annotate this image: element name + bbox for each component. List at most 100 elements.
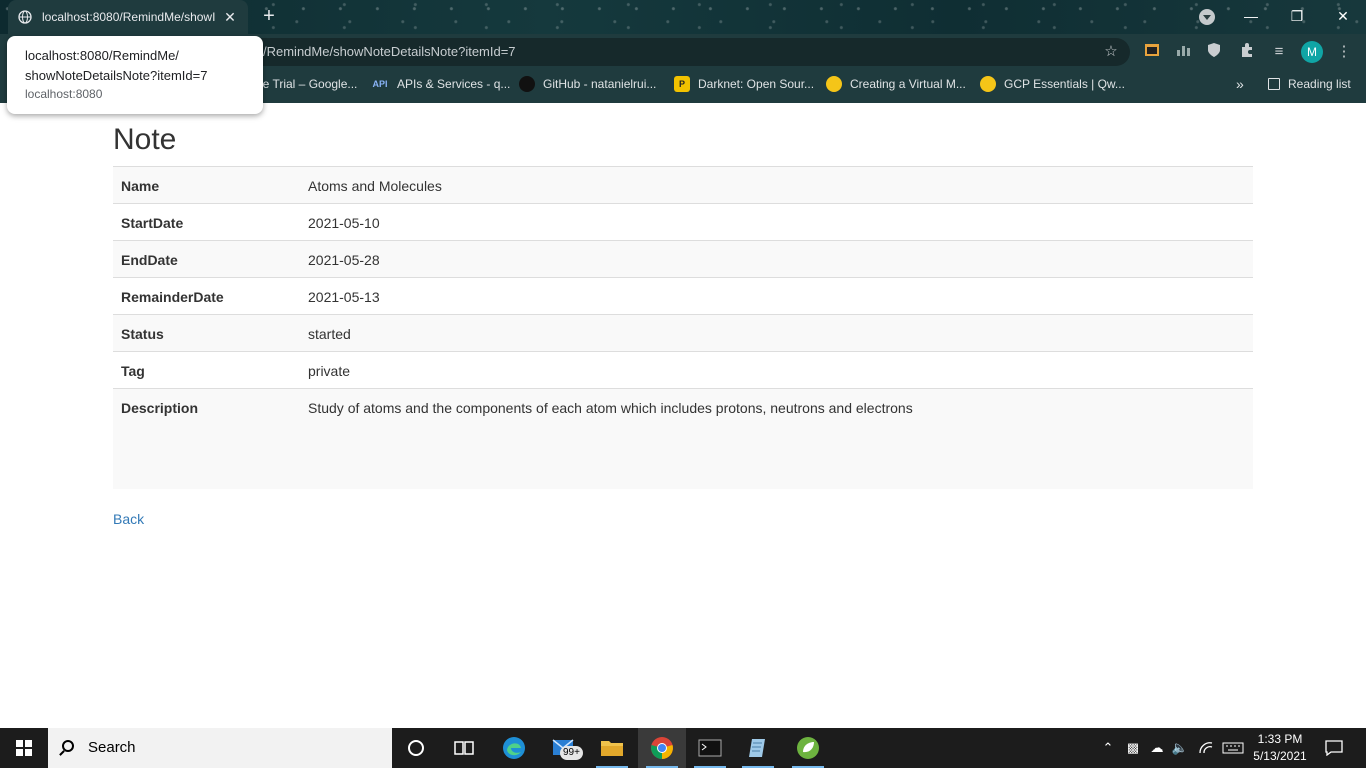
bookmark-star-icon[interactable]: ☆ <box>1101 42 1121 62</box>
taskbar-app-chrome[interactable] <box>638 728 686 768</box>
api-icon: API <box>372 79 388 89</box>
page-content: Note Name Atoms and Molecules StartDate … <box>113 103 1253 529</box>
row-label: StartDate <box>113 203 300 241</box>
table-row: Name Atoms and Molecules <box>113 166 1253 204</box>
clock-date: 5/13/2021 <box>1253 749 1307 763</box>
row-value: 2021-05-10 <box>300 203 1253 241</box>
bookmarks-overflow-icon[interactable]: » <box>1236 70 1244 98</box>
taskbar-app-notepad[interactable] <box>734 728 782 768</box>
bookmark-label: GCP Essentials | Qw... <box>1004 77 1125 91</box>
notifications-icon[interactable] <box>1320 728 1348 768</box>
qwiklabs-icon <box>980 76 996 92</box>
address-bar[interactable]: /RemindMe/showNoteDetailsNote?itemId=7 <box>150 38 1130 66</box>
row-value: started <box>300 314 1253 352</box>
bookmark-item[interactable]: API APIs & Services - q... <box>371 70 510 98</box>
table-row: EndDate 2021-05-28 <box>113 240 1253 278</box>
row-value: 2021-05-13 <box>300 277 1253 315</box>
task-view-button[interactable] <box>440 728 488 768</box>
browser-tab[interactable]: localhost:8080/RemindMe/showI ✕ <box>8 0 248 34</box>
taskbar-search-input[interactable]: Search <box>48 728 392 768</box>
taskbar-app-file-explorer[interactable] <box>588 728 636 768</box>
back-link[interactable]: Back <box>113 511 144 527</box>
extension-chart-icon[interactable] <box>1173 42 1193 62</box>
reading-list-icon <box>1268 78 1280 90</box>
tab-search-icon[interactable] <box>1199 9 1215 25</box>
darknet-icon: P <box>674 76 690 92</box>
bookmark-label: APIs & Services - q... <box>397 77 511 91</box>
row-label: RemainderDate <box>113 277 300 315</box>
table-row: Status started <box>113 314 1253 352</box>
row-label: Name <box>113 166 300 204</box>
table-row: RemainderDate 2021-05-13 <box>113 277 1253 315</box>
tooltip-host: localhost:8080 <box>25 87 103 101</box>
cortana-button[interactable] <box>392 728 440 768</box>
taskbar-app-spring[interactable] <box>784 728 832 768</box>
tab-title: localhost:8080/RemindMe/showI <box>42 10 216 24</box>
bookmark-item[interactable]: GCP Essentials | Qw... <box>980 70 1125 98</box>
globe-icon <box>18 10 32 24</box>
start-button[interactable] <box>0 728 48 768</box>
terminal-icon <box>698 739 722 757</box>
row-value: Study of atoms and the components of eac… <box>300 388 1253 489</box>
bookmark-item[interactable]: GitHub - natanielrui... <box>519 70 656 98</box>
table-row: StartDate 2021-05-10 <box>113 203 1253 241</box>
row-label: Status <box>113 314 300 352</box>
tray-onedrive-icon[interactable]: ☁ <box>1146 728 1168 768</box>
taskbar-app-mail[interactable]: 99+ <box>540 728 588 768</box>
extensions-puzzle-icon[interactable] <box>1237 42 1257 62</box>
tray-keyboard-icon[interactable] <box>1220 728 1246 768</box>
taskbar-app-edge[interactable] <box>490 728 538 768</box>
close-tab-icon[interactable]: ✕ <box>222 9 238 26</box>
more-menu-icon[interactable]: ⋮ <box>1334 42 1354 62</box>
taskbar-search-placeholder: Search <box>88 739 136 756</box>
extension-cat-icon[interactable] <box>1142 42 1162 62</box>
page-title: Note <box>113 123 177 156</box>
bookmark-item[interactable]: P Darknet: Open Sour... <box>674 70 814 98</box>
bookmark-label: Darknet: Open Sour... <box>698 77 815 91</box>
row-value: private <box>300 351 1253 389</box>
search-icon <box>62 740 74 752</box>
qwiklabs-icon <box>826 76 842 92</box>
spring-leaf-icon <box>797 737 819 759</box>
row-value: 2021-05-28 <box>300 240 1253 278</box>
profile-avatar[interactable]: M <box>1301 41 1323 63</box>
edge-icon <box>503 737 525 759</box>
minimize-icon[interactable]: — <box>1228 0 1274 32</box>
table-row: Description Study of atoms and the compo… <box>113 388 1253 489</box>
reading-list-button[interactable]: Reading list <box>1268 70 1351 98</box>
row-label: Tag <box>113 351 300 389</box>
windows-logo-icon <box>16 740 32 756</box>
new-tab-button[interactable]: + <box>258 6 280 28</box>
folder-icon <box>601 741 623 756</box>
note-details-table: Name Atoms and Molecules StartDate 2021-… <box>113 166 1253 489</box>
taskbar-app-terminal[interactable] <box>686 728 734 768</box>
row-value: Atoms and Molecules <box>300 166 1253 204</box>
row-label: Description <box>113 388 300 489</box>
clock-time: 1:33 PM <box>1257 732 1303 746</box>
extension-shield-icon[interactable] <box>1204 42 1224 62</box>
github-icon <box>519 76 535 92</box>
tray-volume-icon[interactable]: 🔈 <box>1170 728 1190 768</box>
bookmark-label: Creating a Virtual M... <box>850 77 966 91</box>
bookmark-label: GitHub - natanielrui... <box>543 77 657 91</box>
windows-taskbar: Search 99+ ⌃ ▩ ☁ 🔈 1:33 PM 5/13/2021 <box>0 728 1366 768</box>
tray-overflow-chevron-icon[interactable]: ⌃ <box>1098 728 1118 768</box>
bookmark-item[interactable]: ee Trial – Google... <box>256 70 357 98</box>
bookmark-item[interactable]: Creating a Virtual M... <box>826 70 966 98</box>
notepad-icon <box>749 739 765 757</box>
cortana-icon <box>408 740 424 756</box>
tooltip-url-line1: localhost:8080/RemindMe/ <box>25 48 179 63</box>
reading-list-label: Reading list <box>1288 77 1351 91</box>
close-window-icon[interactable]: ✕ <box>1320 0 1366 32</box>
bookmark-label: ee Trial – Google... <box>256 77 358 91</box>
tooltip-url-line2: showNoteDetailsNote?itemId=7 <box>25 68 208 83</box>
restore-icon[interactable]: ❐ <box>1274 0 1320 32</box>
media-queue-icon[interactable]: ≡ <box>1269 42 1289 62</box>
tray-network-adapter-icon[interactable]: ▩ <box>1122 728 1144 768</box>
system-clock[interactable]: 1:33 PM 5/13/2021 <box>1252 731 1308 765</box>
mail-badge: 99+ <box>560 746 583 760</box>
table-row: Tag private <box>113 351 1253 389</box>
chrome-icon <box>651 737 673 759</box>
browser-tab-strip: localhost:8080/RemindMe/showI ✕ + — ❐ ✕ <box>0 0 1366 34</box>
tray-wifi-icon[interactable] <box>1196 728 1216 768</box>
